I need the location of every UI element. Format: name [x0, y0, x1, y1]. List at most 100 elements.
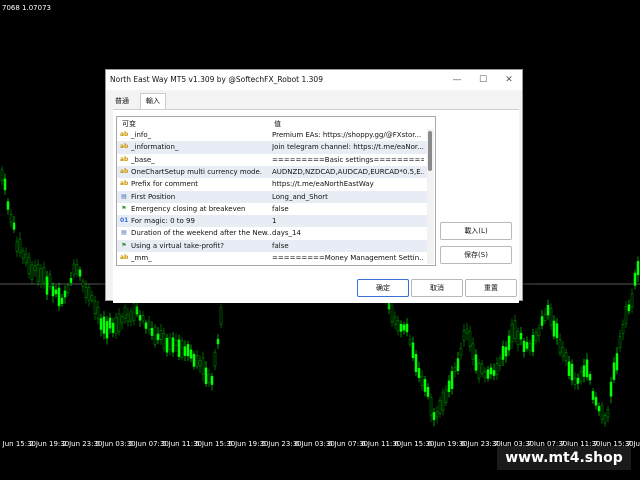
- grid-scrollbar[interactable]: [427, 129, 434, 264]
- param-value[interactable]: Join telegram channel: https://t.me/eaNo…: [272, 143, 424, 151]
- candle-body: [165, 338, 169, 353]
- param-value[interactable]: AUDNZD,NZDCAD,AUDCAD,EURCAD*0.5,E...: [272, 168, 424, 176]
- candle-body: [9, 214, 13, 223]
- candle-body: [450, 371, 454, 389]
- param-name: _information_: [131, 143, 179, 152]
- cancel-button[interactable]: 取消: [411, 279, 463, 297]
- candle-body: [498, 357, 502, 366]
- candle-body: [177, 339, 181, 357]
- param-row[interactable]: ab OneChartSetup multi currency mode. AUDN…: [117, 165, 427, 179]
- candle-body: [219, 307, 223, 325]
- tab-inputs[interactable]: 輸入: [140, 93, 166, 109]
- candle-body: [618, 336, 622, 349]
- param-row[interactable]: ▤ First Position Long_and_Short: [117, 190, 427, 203]
- param-value[interactable]: false: [272, 242, 424, 250]
- candle-body: [144, 322, 148, 329]
- candle-body: [198, 360, 202, 367]
- candle-body: [528, 343, 532, 351]
- candle-body: [399, 323, 403, 332]
- param-row[interactable]: ab _mm_ =========Money Management Settin..…: [117, 252, 427, 264]
- candle-body: [24, 253, 28, 264]
- candle-body: [420, 375, 424, 386]
- param-row[interactable]: ⚑ Using a virtual take-profit? false: [117, 239, 427, 252]
- candle-body: [585, 359, 589, 378]
- candle-body: [138, 315, 142, 321]
- candle-body: [120, 315, 124, 324]
- column-header-value[interactable]: 值: [274, 119, 281, 129]
- candle-body: [66, 285, 70, 294]
- string-param-icon: ab: [120, 143, 129, 151]
- candle-body: [447, 380, 451, 393]
- candle-body: [426, 386, 430, 397]
- candle-body: [417, 368, 421, 379]
- candle-body: [633, 272, 637, 286]
- param-value[interactable]: false: [272, 205, 424, 213]
- candle-body: [129, 311, 133, 322]
- candle-body: [213, 351, 217, 367]
- close-icon[interactable]: ✕: [496, 70, 522, 90]
- param-value[interactable]: =========Money Management Settin...: [272, 254, 424, 262]
- candle-body: [162, 332, 166, 349]
- candle-body: [573, 377, 577, 385]
- candle-body: [141, 315, 145, 322]
- param-row[interactable]: 01 For magic: 0 to 99 1: [117, 215, 427, 228]
- candle-body: [27, 257, 31, 275]
- column-header-variable[interactable]: 可变: [122, 119, 136, 129]
- param-name: Emergency closing at breakeven: [131, 204, 246, 213]
- candle-body: [603, 415, 607, 424]
- dialog-title: North East Way MT5 v1.309 by @SoftechFX_…: [110, 75, 323, 84]
- candle-body: [495, 363, 499, 376]
- candle-body: [414, 353, 418, 372]
- param-row[interactable]: ab _information_ Join telegram channel: ht…: [117, 141, 427, 154]
- candle-body: [552, 320, 556, 337]
- candle-body: [519, 333, 523, 340]
- candle-body: [3, 178, 7, 191]
- candle-body: [39, 268, 43, 285]
- param-row[interactable]: ab _base_ =========Basic settings=========: [117, 154, 427, 166]
- candle-body: [156, 333, 160, 341]
- dialog-titlebar[interactable]: North East Way MT5 v1.309 by @SoftechFX_…: [106, 70, 522, 90]
- tab-common[interactable]: 普通: [110, 94, 134, 108]
- candle-body: [69, 277, 73, 283]
- candle-body: [441, 391, 445, 411]
- candle-body: [489, 367, 493, 375]
- param-row[interactable]: ab Prefix for comment https://t.me/eaNorth…: [117, 178, 427, 190]
- reset-button[interactable]: 重置: [465, 279, 517, 297]
- candle-body: [153, 326, 157, 345]
- minimize-icon[interactable]: —: [444, 70, 470, 90]
- candle-body: [600, 405, 604, 420]
- candle-body: [435, 411, 439, 418]
- grid-scroll-thumb[interactable]: [428, 131, 432, 171]
- int-param-icon: 01: [120, 217, 129, 225]
- candle-body: [597, 406, 601, 412]
- param-row[interactable]: ▤ Duration of the weekend after the New..…: [117, 227, 427, 239]
- param-value[interactable]: Premium EAs: https://shoppy.gg/@FXstor..…: [272, 131, 424, 139]
- param-value[interactable]: Long_and_Short: [272, 193, 424, 201]
- candle-body: [0, 169, 4, 181]
- candle-body: [174, 340, 178, 346]
- candle-body: [594, 396, 598, 406]
- ok-button[interactable]: 确定: [357, 279, 409, 297]
- param-row[interactable]: ab _info_ Premium EAs: https://shoppy.gg/@…: [117, 129, 427, 141]
- watermark: www.mt4.shop: [497, 446, 631, 470]
- param-value[interactable]: https://t.me/eaNorthEastWay: [272, 180, 424, 188]
- load-button[interactable]: 載入(L): [440, 222, 512, 240]
- candle-body: [564, 352, 568, 361]
- param-value[interactable]: =========Basic settings=========: [272, 156, 424, 164]
- param-value[interactable]: days_14: [272, 229, 424, 237]
- candle-body: [579, 371, 583, 382]
- candle-body: [516, 331, 520, 346]
- candle-body: [204, 367, 208, 385]
- candle-body: [81, 280, 85, 287]
- candle-body: [471, 343, 475, 360]
- save-button[interactable]: 保存(S): [440, 246, 512, 264]
- candle-body: [522, 340, 526, 352]
- candle-body: [30, 264, 34, 280]
- candle-body: [87, 286, 91, 301]
- maximize-icon[interactable]: ☐: [470, 70, 496, 90]
- param-name: For magic: 0 to 99: [131, 217, 195, 226]
- param-value[interactable]: 1: [272, 217, 424, 225]
- param-row[interactable]: ⚑ Emergency closing at breakeven false: [117, 203, 427, 215]
- candle-body: [513, 320, 517, 339]
- candle-body: [588, 374, 592, 381]
